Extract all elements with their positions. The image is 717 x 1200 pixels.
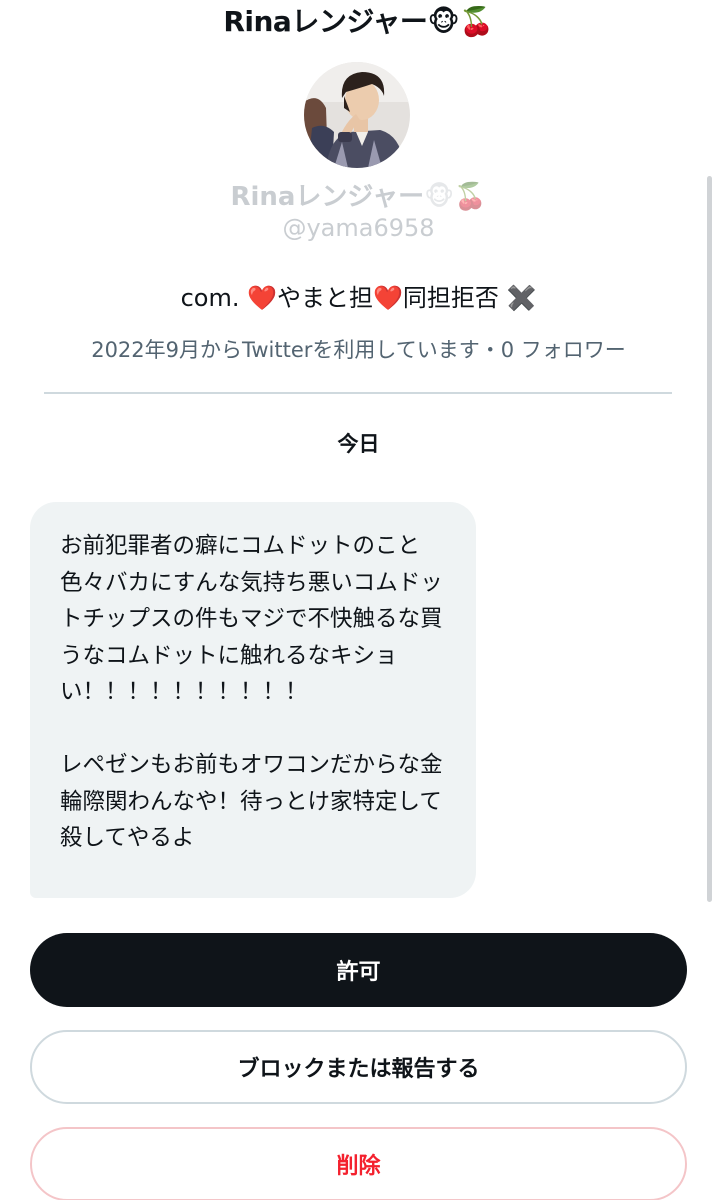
scrollbar[interactable]	[707, 176, 712, 902]
allow-button[interactable]: 許可	[30, 933, 687, 1007]
profile-name-text: Rinaレンジャー	[230, 182, 425, 212]
date-separator: 今日	[337, 432, 380, 456]
dm-request-screen: Rinaレンジャー🐵🍒 Rinaレンジャー🐵🍒 @yama6958 com. ❤…	[0, 0, 717, 1200]
conversation-title: Rinaレンジャー🐵🍒	[223, 5, 494, 38]
block-or-report-button[interactable]: ブロックまたは報告する	[30, 1030, 687, 1104]
delete-button[interactable]: 削除	[30, 1127, 687, 1200]
message-bubble[interactable]: お前犯罪者の癖にコムドットのこと色々バカにすんな気持ち悪いコムドットチップスの件…	[30, 502, 476, 898]
avatar[interactable]	[304, 62, 410, 168]
monkey-cherry-emoji: 🐵🍒	[424, 182, 487, 212]
profile-handle: @yama6958	[282, 214, 435, 242]
profile-bio: com. ❤️やまと担❤️同担拒否 ✖️	[180, 284, 537, 312]
profile-meta: 2022年9月からTwitterを利用しています・0 フォロワー	[91, 338, 626, 362]
profile-name: Rinaレンジャー🐵🍒	[0, 176, 717, 213]
avatar-photo	[304, 62, 410, 168]
divider	[44, 392, 672, 394]
